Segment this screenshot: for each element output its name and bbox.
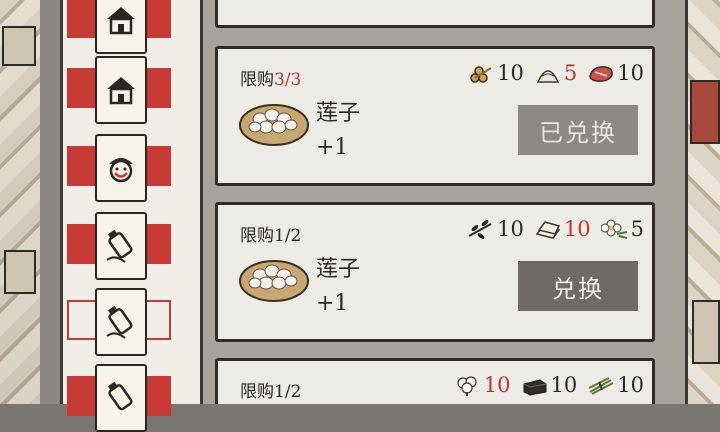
cost-value: 5	[630, 217, 644, 241]
tab-card	[95, 134, 147, 202]
white-flower-icon	[600, 219, 627, 239]
house-icon	[107, 7, 135, 35]
item-name: 莲子	[316, 257, 361, 282]
cost-item: 5	[534, 61, 577, 85]
cost-list: 10 10 5	[461, 217, 644, 241]
bottle-tab-3[interactable]	[67, 364, 171, 432]
cost-value: 10	[563, 217, 591, 241]
flour-icon	[536, 70, 560, 83]
exchange-row: 限购1/2 10 10	[215, 358, 655, 404]
house-illustration	[692, 300, 720, 364]
cost-list: 10 5 10	[461, 61, 644, 85]
item-info: 莲子 +1	[316, 253, 360, 321]
cost-value: 10	[483, 373, 511, 397]
tab-card	[95, 212, 147, 280]
paper-stack-icon	[535, 221, 561, 239]
item-quantity: +1	[316, 291, 349, 316]
cost-value: 10	[497, 217, 524, 241]
bottle-icon	[106, 305, 133, 339]
tab-card	[95, 56, 147, 124]
house-tab-1[interactable]	[67, 0, 171, 54]
lotus-seed-basket-icon	[239, 260, 309, 302]
wood-logs-icon	[470, 66, 492, 83]
purchase-limit-value: 1/2	[274, 226, 302, 246]
cost-item: 10	[467, 61, 524, 85]
bottle-icon	[106, 229, 133, 263]
purchase-limit-label: 限购	[240, 70, 274, 90]
item-quantity: +1	[316, 135, 349, 160]
cost-item: 5	[600, 217, 644, 241]
cost-value: 10	[617, 373, 644, 397]
cost-value: 10	[497, 61, 524, 85]
cost-list: 10 10 10	[448, 373, 644, 397]
exchange-row: 限购3/3 10 5 10 莲子 +1 已兑换	[215, 46, 655, 186]
house-tab-2[interactable]	[67, 56, 171, 124]
cost-item: 10	[587, 373, 644, 397]
exchange-row: 限购1/2 10 10	[215, 202, 655, 342]
cost-value: 10	[617, 61, 644, 85]
purchase-limit-value: 1/2	[274, 382, 302, 402]
redeemed-button[interactable]: 已兑换	[518, 105, 638, 155]
item-name: 莲子	[316, 101, 361, 126]
tab-card	[95, 364, 147, 432]
bottle-tab-2[interactable]	[67, 288, 171, 356]
purchase-limit-label: 限购	[240, 382, 274, 402]
person-tab[interactable]	[67, 134, 171, 202]
cost-item: 10	[521, 373, 578, 397]
town-background-right	[686, 0, 720, 404]
tab-card	[95, 0, 147, 54]
red-building-illustration	[690, 80, 720, 144]
purchase-limit: 限购1/2	[240, 377, 301, 402]
cost-item: 10	[467, 217, 524, 241]
smiling-person-icon	[109, 158, 133, 183]
cost-value: 10	[550, 373, 578, 397]
cost-value: 5	[563, 61, 578, 85]
bottle-icon	[107, 381, 133, 411]
lotus-seed-basket-icon	[239, 104, 309, 146]
exchange-button[interactable]: 兑换	[518, 261, 638, 311]
house-icon	[107, 77, 135, 105]
meat-icon	[589, 66, 614, 82]
exchange-row-partial	[215, 0, 655, 28]
cost-item: 10	[454, 373, 511, 397]
tab-card	[95, 288, 147, 356]
grass-bundle-icon	[588, 377, 614, 395]
exchange-list-panel[interactable]: 限购3/3 10 5 10 莲子 +1 已兑换 限购1/2 10 10 5 莲子…	[200, 0, 688, 404]
purchase-limit-label: 限购	[240, 226, 274, 246]
purchase-limit: 限购3/3	[240, 65, 301, 90]
purchase-limit-value: 3/3	[274, 70, 302, 90]
house-illustration	[2, 26, 36, 66]
cost-item: 10	[534, 217, 591, 241]
cotton-icon	[457, 376, 477, 396]
ink-block-icon	[523, 379, 547, 396]
town-background-left	[0, 0, 40, 404]
purchase-limit: 限购1/2	[240, 221, 301, 246]
bottle-tab-1[interactable]	[67, 212, 171, 280]
cost-item: 10	[587, 61, 644, 85]
herb-branch-icon	[468, 220, 492, 239]
item-info: 莲子 +1	[316, 97, 360, 165]
house-illustration	[4, 250, 36, 294]
